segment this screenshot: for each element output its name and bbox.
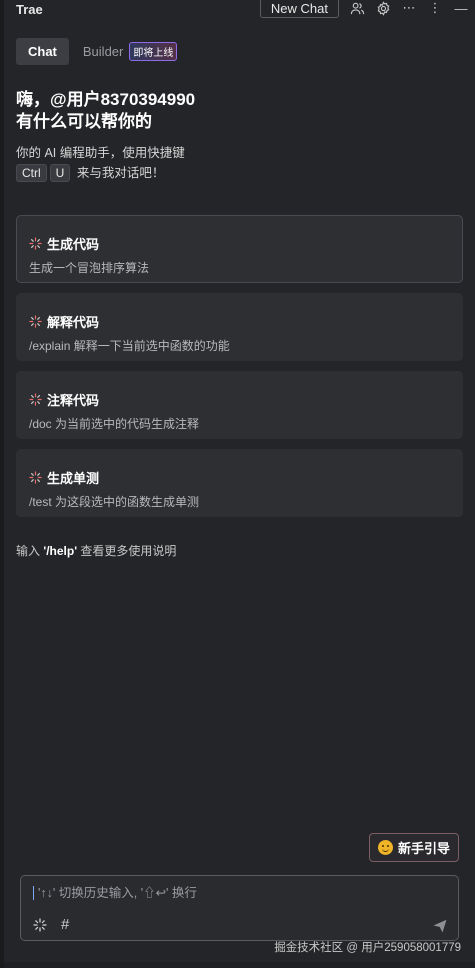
chat-panel: Trae New Chat ⋯ ⋮ — Chat Builder 即将上线 嗨，… [0,0,475,968]
card-desc: /test 为这段选中的函数生成单测 [29,495,200,509]
sparkle-icon [29,237,42,250]
tab-chat[interactable]: Chat [16,38,69,65]
help-prefix: 输入 [16,544,41,558]
card-title-text: 解释代码 [47,315,100,330]
hash-icon[interactable]: # [61,916,69,933]
chat-input[interactable] [33,886,413,900]
help-hint: 输入 '/help' 查看更多使用说明 [16,542,475,559]
watermark: 掘金技术社区 @ 用户2590580017​79 [274,942,461,954]
card-title: 注释代码 [29,390,450,409]
input-tools: # [33,916,69,933]
card-comment-code[interactable]: 注释代码 /doc 为当前选中的代码生成注释 [16,371,463,439]
tab-builder[interactable]: Builder [79,38,127,65]
onboarding-guide-button[interactable]: 新手引导 [368,833,459,862]
mode-tabs: Chat Builder 即将上线 [16,38,475,65]
card-generate-tests[interactable]: 生成单测 /test 为这段选中的函数生成单测 [16,449,463,517]
greeting-line-1: 嗨，@用户8370394990 [16,90,196,109]
send-icon[interactable] [432,918,448,934]
intro-text: 你的 AI 编程助手，使用快捷键 Ctrl U 来与我对话吧！ [16,143,475,183]
help-suffix: 查看更多使用说明 [80,544,177,558]
suggestion-cards: 生成代码 生成一个冒泡排序算法 解释代码 /explain 解释一下当前选中函数… [16,215,463,517]
more-vertical-icon[interactable]: ⋮ [427,0,443,16]
guide-label: 新手引导 [397,841,450,856]
card-desc: 生成一个冒泡排序算法 [29,261,150,275]
users-icon[interactable] [349,0,365,16]
sparkle-tool-icon[interactable] [33,917,47,932]
sparkle-icon [29,393,42,406]
new-chat-button[interactable]: New Chat [259,0,339,18]
status-bar [4,962,475,968]
chat-input-box: # [20,875,459,941]
greeting-line-2: 有什么可以帮你的 [16,112,152,131]
card-desc: /doc 为当前选中的代码生成注释 [29,417,200,431]
shortcut-line: Ctrl U 来与我对话吧！ [16,163,475,183]
card-title: 生成单测 [29,468,450,487]
intro-line: 你的 AI 编程助手，使用快捷键 [16,146,185,160]
sparkle-icon [29,471,42,484]
card-desc: /explain 解释一下当前选中函数的功能 [29,339,230,353]
card-explain-code[interactable]: 解释代码 /explain 解释一下当前选中函数的功能 [16,293,463,361]
card-title-text: 生成代码 [47,237,100,252]
card-title-text: 生成单测 [47,471,100,486]
smile-emoji-icon [377,840,393,855]
title-bar: Trae New Chat ⋯ ⋮ — [4,0,475,18]
more-horizontal-icon[interactable]: ⋯ [401,0,417,16]
card-generate-code[interactable]: 生成代码 生成一个冒泡排序算法 [16,215,463,283]
greeting: 嗨，@用户8370394990 有什么可以帮你的 [16,89,475,133]
card-title: 生成代码 [29,234,450,253]
gear-icon[interactable] [375,0,391,16]
intro-tail: 来与我对话吧！ [76,166,165,180]
title-actions: New Chat ⋯ ⋮ — [259,0,469,18]
minimize-icon[interactable]: — [453,0,469,16]
app-title: Trae [16,1,43,17]
card-title: 解释代码 [29,312,450,331]
key-u: U [49,164,71,182]
help-command: '/help' [43,544,78,558]
coming-soon-badge: 即将上线 [129,42,178,61]
sparkle-icon [29,315,42,328]
card-title-text: 注释代码 [47,393,100,408]
key-ctrl: Ctrl [16,164,47,182]
